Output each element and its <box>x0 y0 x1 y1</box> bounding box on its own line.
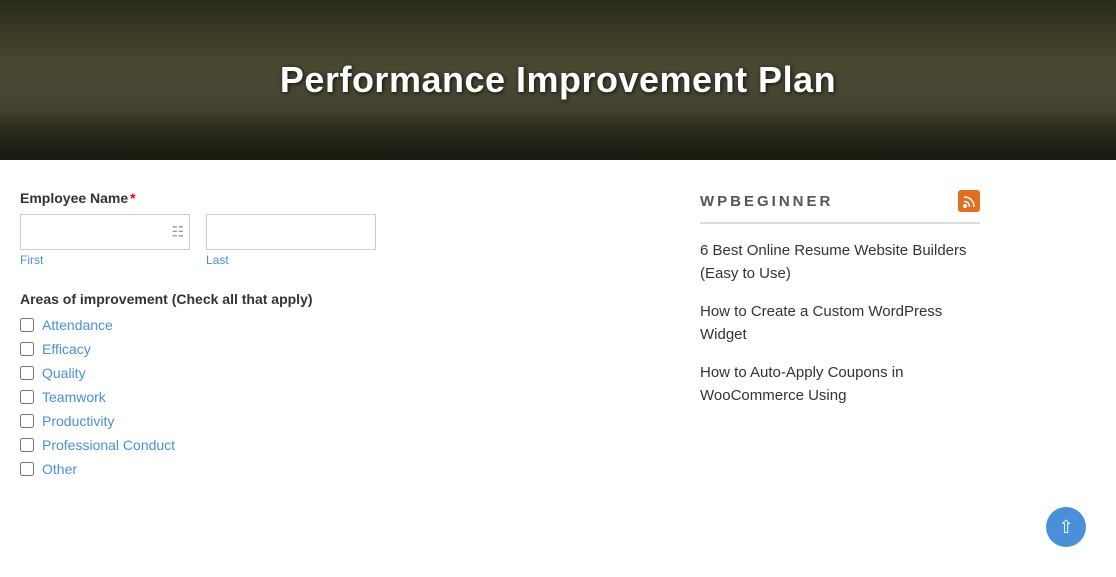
checkbox-label-teamwork[interactable]: Teamwork <box>42 389 106 405</box>
checkbox-item-attendance: Attendance <box>20 317 660 333</box>
checkbox-item-productivity: Productivity <box>20 413 660 429</box>
checkbox-item-teamwork: Teamwork <box>20 389 660 405</box>
checkbox-label-quality[interactable]: Quality <box>42 365 86 381</box>
last-name-sub-label: Last <box>206 253 376 267</box>
checkbox-professional_conduct[interactable] <box>20 438 34 452</box>
required-marker: * <box>130 190 135 206</box>
page-title: Performance Improvement Plan <box>280 59 836 101</box>
field-icon: ☷ <box>171 224 184 241</box>
checkbox-teamwork[interactable] <box>20 390 34 404</box>
checkbox-label-other[interactable]: Other <box>42 461 77 477</box>
scroll-to-top-button[interactable]: ⇧ <box>1046 507 1086 547</box>
last-name-field: Last <box>206 214 376 267</box>
rss-icon[interactable] <box>958 190 980 212</box>
areas-of-improvement-label: Areas of improvement (Check all that app… <box>20 291 660 307</box>
sidebar-link-2[interactable]: How to Auto-Apply Coupons in WooCommerce… <box>700 362 980 407</box>
checkbox-label-attendance[interactable]: Attendance <box>42 317 113 333</box>
checkbox-quality[interactable] <box>20 366 34 380</box>
checkbox-item-professional_conduct: Professional Conduct <box>20 437 660 453</box>
name-row: ☷ First Last <box>20 214 660 267</box>
first-name-input[interactable] <box>20 214 190 250</box>
first-name-input-wrapper: ☷ <box>20 214 190 250</box>
last-name-input[interactable] <box>206 214 376 250</box>
employee-name-label: Employee Name* <box>20 190 660 206</box>
sidebar-brand: WPBEGINNER <box>700 193 833 210</box>
checkbox-item-efficacy: Efficacy <box>20 341 660 357</box>
checkbox-list: Attendance Efficacy Quality Teamwork Product… <box>20 317 660 477</box>
sidebar-link-0[interactable]: 6 Best Online Resume Website Builders (E… <box>700 240 980 285</box>
sidebar-header: WPBEGINNER <box>700 190 980 224</box>
checkbox-label-productivity[interactable]: Productivity <box>42 413 114 429</box>
first-name-field: ☷ First <box>20 214 190 267</box>
checkbox-label-professional_conduct[interactable]: Professional Conduct <box>42 437 175 453</box>
main-layout: Employee Name* ☷ First Last Areas of imp… <box>0 160 1116 507</box>
sidebar: WPBEGINNER 6 Best Online Resume Website … <box>700 190 980 477</box>
hero-banner: Performance Improvement Plan <box>0 0 1116 160</box>
sidebar-links: 6 Best Online Resume Website Builders (E… <box>700 240 980 407</box>
checkbox-attendance[interactable] <box>20 318 34 332</box>
checkbox-label-efficacy[interactable]: Efficacy <box>42 341 91 357</box>
checkbox-item-other: Other <box>20 461 660 477</box>
checkbox-other[interactable] <box>20 462 34 476</box>
checkbox-productivity[interactable] <box>20 414 34 428</box>
checkbox-item-quality: Quality <box>20 365 660 381</box>
first-name-sub-label: First <box>20 253 190 267</box>
checkbox-efficacy[interactable] <box>20 342 34 356</box>
sidebar-link-1[interactable]: How to Create a Custom WordPress Widget <box>700 301 980 346</box>
form-area: Employee Name* ☷ First Last Areas of imp… <box>20 190 660 477</box>
